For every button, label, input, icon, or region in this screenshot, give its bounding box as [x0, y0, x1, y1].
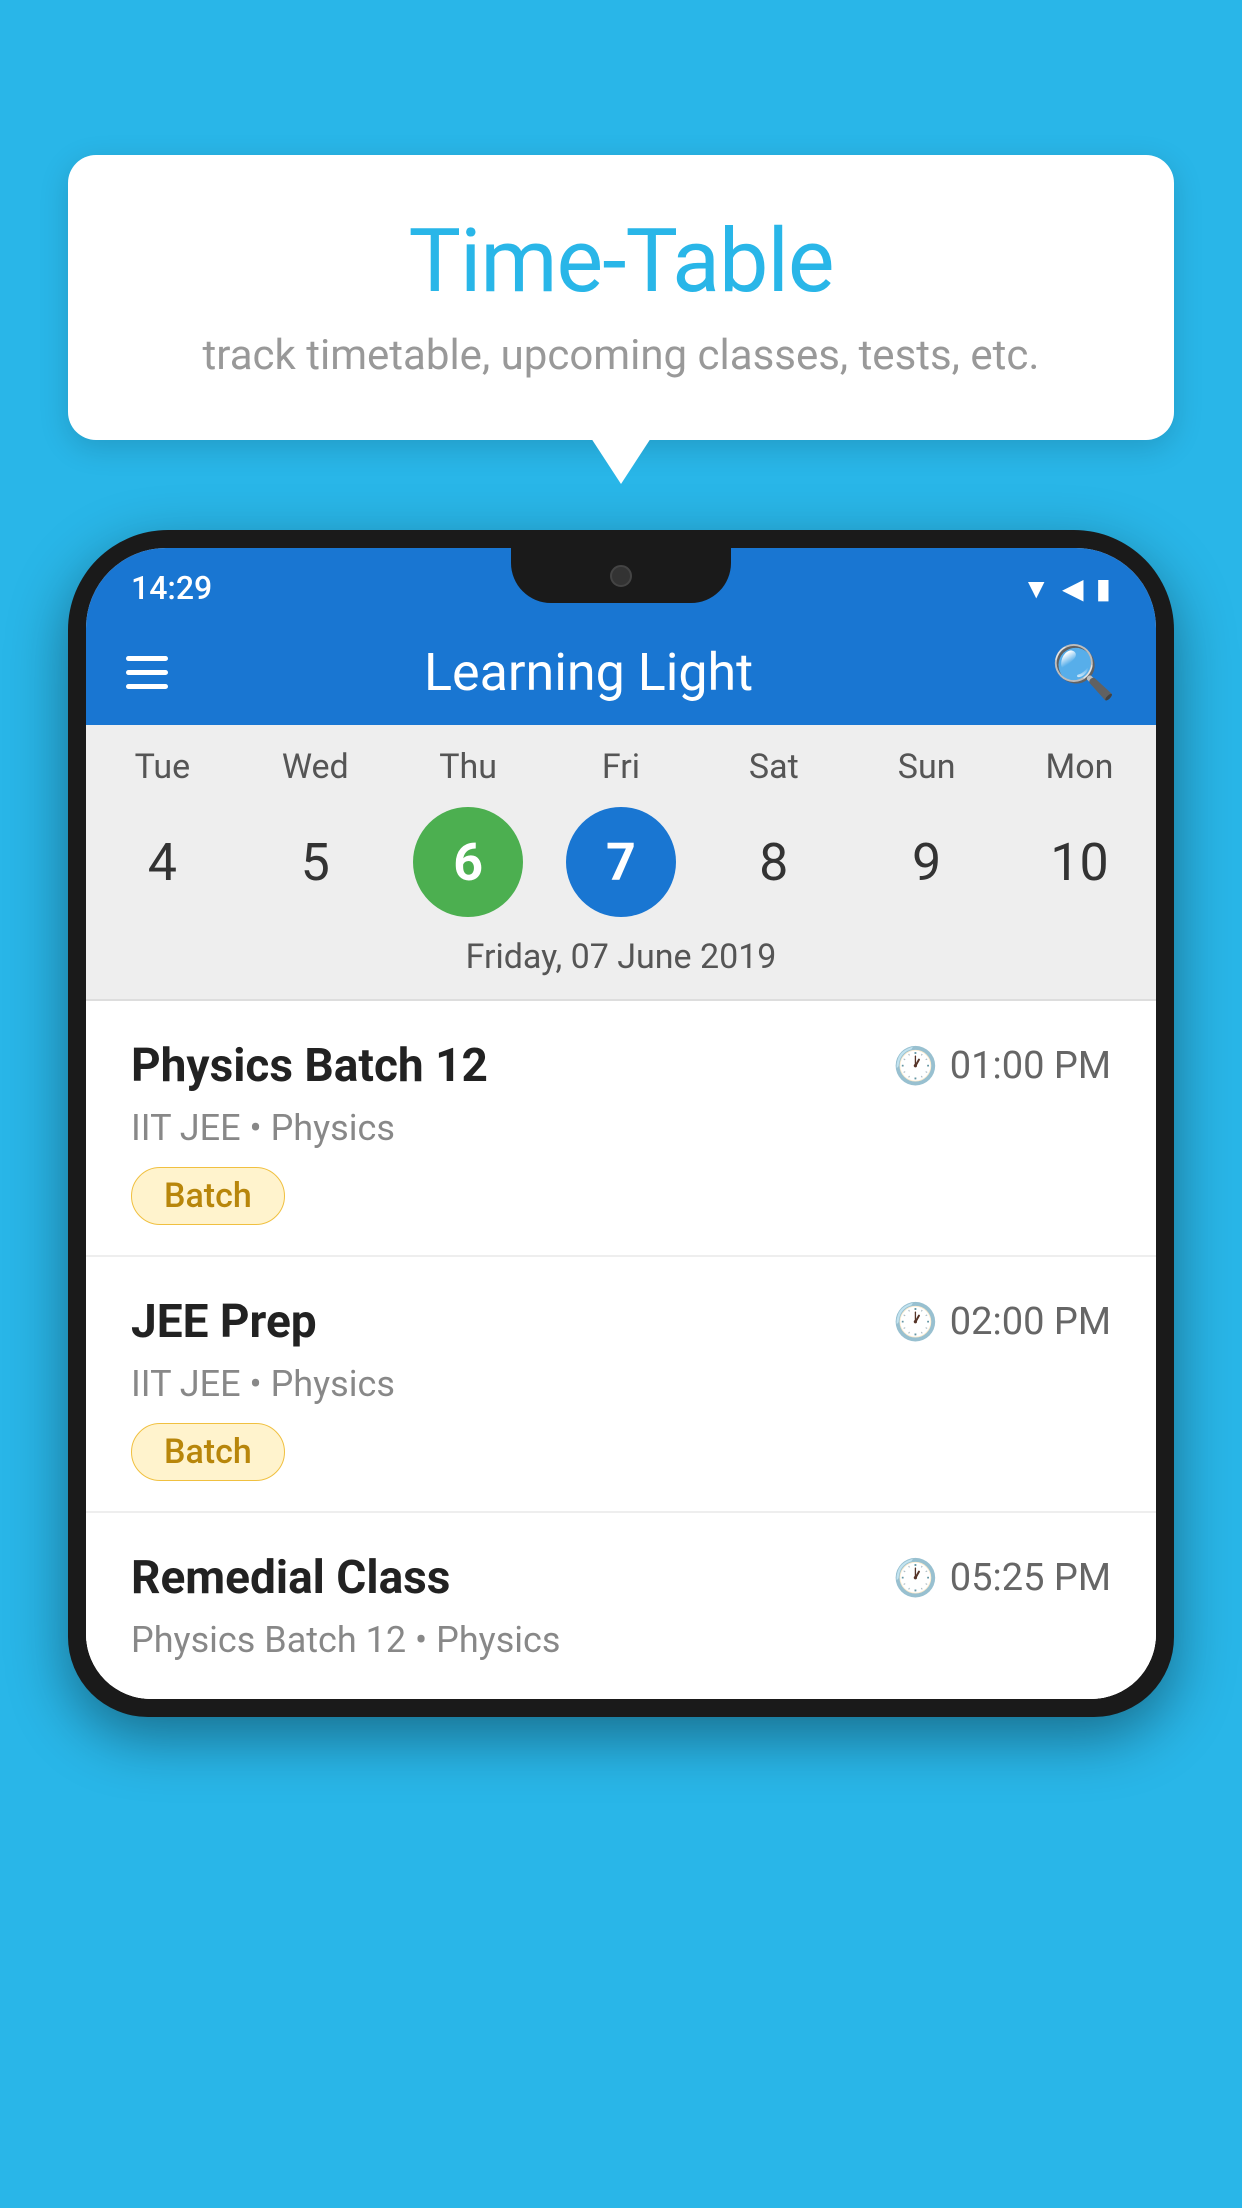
class-time: 🕐 02:00 PM — [893, 1300, 1111, 1344]
class-time: 🕐 05:25 PM — [893, 1556, 1111, 1600]
wifi-icon: ▼ — [1022, 572, 1050, 605]
class-item-header: Physics Batch 12 🕐 01:00 PM — [131, 1039, 1111, 1093]
phone-outer: 14:29 ▼ ◀ ▮ Learning Light 🔍 Tue Wed Thu Fr… — [68, 530, 1174, 1717]
battery-icon: ▮ — [1096, 572, 1111, 605]
class-meta: IIT JEE • Physics — [131, 1107, 1111, 1149]
class-item[interactable]: JEE Prep 🕐 02:00 PM IIT JEE • Physics Ba… — [86, 1257, 1156, 1513]
day-name: Fri — [556, 747, 686, 787]
date-cell[interactable]: 7 — [566, 807, 676, 917]
calendar-dates: 456789 10 — [86, 797, 1156, 937]
class-name: JEE Prep — [131, 1295, 317, 1349]
class-meta: IIT JEE • Physics — [131, 1363, 1111, 1405]
tooltip-title: Time-Table — [128, 210, 1114, 313]
selected-date-label: Friday, 07 June 2019 — [86, 937, 1156, 999]
calendar-header: Tue Wed Thu Fri Sat Sun Mon — [86, 725, 1156, 797]
class-name: Remedial Class — [131, 1551, 450, 1605]
day-name: Sat — [709, 747, 839, 787]
clock-icon: 🕐 — [893, 1301, 938, 1343]
class-meta: Physics Batch 12 • Physics — [131, 1619, 1111, 1661]
date-cell[interactable]: 10 — [1024, 807, 1134, 917]
status-time: 14:29 — [131, 569, 212, 607]
class-name: Physics Batch 12 — [131, 1039, 488, 1093]
day-name: Thu — [403, 747, 533, 787]
app-title: Learning Light — [168, 642, 1009, 703]
day-name: Tue — [97, 747, 227, 787]
day-name: Wed — [250, 747, 380, 787]
phone-screen: 14:29 ▼ ◀ ▮ Learning Light 🔍 Tue Wed Thu Fr… — [86, 548, 1156, 1699]
clock-icon: 🕐 — [893, 1557, 938, 1599]
class-item-header: JEE Prep 🕐 02:00 PM — [131, 1295, 1111, 1349]
class-time: 🕐 01:00 PM — [893, 1044, 1111, 1088]
day-name: Sun — [862, 747, 992, 787]
menu-icon[interactable] — [126, 656, 168, 689]
class-item-header: Remedial Class 🕐 05:25 PM — [131, 1551, 1111, 1605]
date-cell[interactable]: 4 — [107, 807, 217, 917]
date-cell[interactable]: 8 — [719, 807, 829, 917]
tooltip-card: Time-Table track timetable, upcoming cla… — [68, 155, 1174, 440]
app-bar: Learning Light 🔍 — [86, 620, 1156, 725]
clock-icon: 🕐 — [893, 1045, 938, 1087]
signal-icon: ◀ — [1062, 572, 1084, 605]
camera-dot — [610, 565, 632, 587]
date-cell[interactable]: 5 — [260, 807, 370, 917]
date-cell[interactable]: 6 — [413, 807, 523, 917]
tooltip-subtitle: track timetable, upcoming classes, tests… — [128, 331, 1114, 380]
class-list: Physics Batch 12 🕐 01:00 PM IIT JEE • Ph… — [86, 1001, 1156, 1699]
search-icon[interactable]: 🔍 — [1051, 642, 1116, 703]
day-name: Mon — [1014, 747, 1144, 787]
status-icons: ▼ ◀ ▮ — [1022, 572, 1111, 605]
class-item[interactable]: Remedial Class 🕐 05:25 PM Physics Batch … — [86, 1513, 1156, 1699]
batch-tag: Batch — [131, 1167, 285, 1225]
phone-mockup: 14:29 ▼ ◀ ▮ Learning Light 🔍 Tue Wed Thu Fr… — [68, 530, 1174, 2208]
date-cell[interactable]: 9 — [872, 807, 982, 917]
phone-notch — [511, 548, 731, 603]
batch-tag: Batch — [131, 1423, 285, 1481]
class-item[interactable]: Physics Batch 12 🕐 01:00 PM IIT JEE • Ph… — [86, 1001, 1156, 1257]
